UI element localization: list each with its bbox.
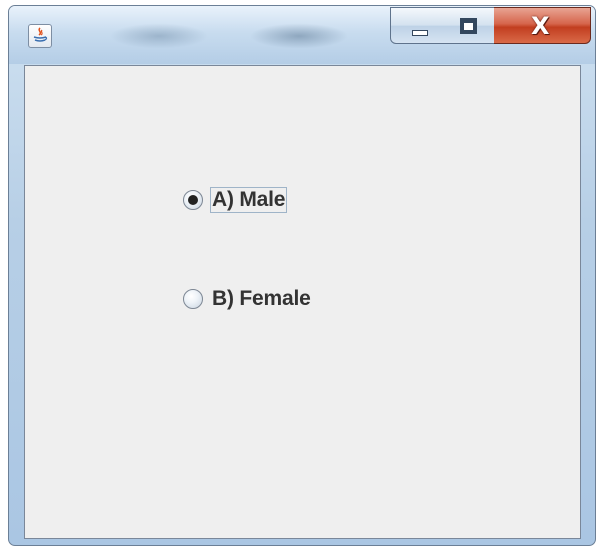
maximize-icon	[460, 18, 477, 34]
minimize-button[interactable]	[390, 7, 444, 44]
radio-label-male[interactable]: A) Male	[210, 187, 288, 213]
radio-button-female[interactable]	[183, 289, 203, 309]
title-bar[interactable]: X	[9, 6, 595, 64]
close-button[interactable]: X	[494, 7, 591, 44]
radio-option-female[interactable]: B) Female	[183, 285, 313, 313]
maximize-button[interactable]	[443, 7, 495, 44]
radio-label-female[interactable]: B) Female	[210, 286, 313, 312]
radio-option-male[interactable]: A) Male	[183, 186, 288, 214]
close-icon: X	[531, 12, 550, 40]
radio-button-male[interactable]	[183, 190, 203, 210]
content-panel: A) Male B) Female	[24, 65, 581, 539]
minimize-icon	[412, 30, 428, 36]
app-window: X A) Male B) Female	[8, 5, 596, 546]
java-app-icon[interactable]	[28, 24, 52, 48]
